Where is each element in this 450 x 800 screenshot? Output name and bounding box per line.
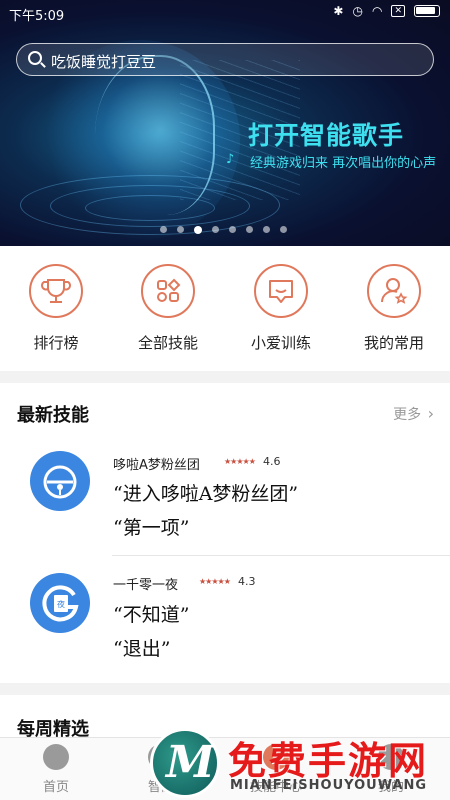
- carousel-dot[interactable]: [177, 226, 184, 233]
- skill-name: 哆啦A梦粉丝团: [113, 458, 200, 473]
- book-icon: 夜: [30, 573, 90, 633]
- skill-phrase: “进入哆啦A梦粉丝团”: [113, 483, 299, 505]
- watermark-subtitle: MIANFEISHOUYOUWANG: [230, 778, 428, 793]
- svg-text:夜: 夜: [57, 599, 65, 609]
- quick-item-training[interactable]: 小爱训练: [231, 264, 331, 353]
- carousel-dot[interactable]: [263, 226, 270, 233]
- divider: [112, 555, 450, 556]
- banner[interactable]: 下午5:09 ✱ ◷ ◠ ✕ 吃饭睡觉打豆豆 打开智能歌手 ♪ 经典游戏归来 再…: [0, 0, 450, 246]
- star-rating-icon: ★★★★★: [199, 577, 231, 586]
- wifi-icon: ◠: [371, 4, 383, 18]
- quick-item-ranking[interactable]: 排行榜: [6, 264, 106, 353]
- quick-label: 我的常用: [363, 334, 424, 352]
- status-icons: ✱ ◷ ◠ ✕: [333, 4, 440, 18]
- carousel-dot[interactable]: [246, 226, 253, 233]
- watermark-logo: [150, 728, 220, 798]
- bell-icon: [30, 451, 90, 511]
- quick-label: 全部技能: [137, 334, 198, 352]
- chat-icon: [254, 264, 308, 318]
- watermark: 免费手游网 MIANFEISHOUYOUWANG: [150, 728, 450, 800]
- carousel-dot[interactable]: [212, 226, 219, 233]
- search-bar[interactable]: 吃饭睡觉打豆豆: [16, 43, 434, 76]
- carousel-dot[interactable]: [280, 226, 287, 233]
- latest-skills-section: 最新技能 更多 › 哆啦A梦粉丝团 ★★★★★ 4.6 “进入哆啦A梦粉丝团” …: [0, 383, 450, 683]
- watermark-title: 免费手游网: [228, 739, 429, 783]
- music-note-icon: ♪: [226, 152, 235, 167]
- nav-home[interactable]: 首页: [11, 744, 101, 795]
- carousel-dot-active[interactable]: [194, 225, 202, 234]
- carousel-dot[interactable]: [160, 226, 167, 233]
- skill-rating: 4.3: [238, 575, 256, 588]
- more-label: 更多: [393, 407, 422, 423]
- user-star-icon: [367, 264, 421, 318]
- compass-icon: [43, 744, 69, 770]
- alarm-icon: ◷: [352, 4, 363, 18]
- status-time: 下午5:09: [9, 9, 65, 24]
- quick-label: 排行榜: [33, 334, 79, 352]
- search-placeholder: 吃饭睡觉打豆豆: [51, 53, 157, 71]
- skill-phrase: “不知道”: [113, 604, 190, 626]
- carousel-dots[interactable]: [160, 225, 287, 234]
- skill-phrase: “退出”: [113, 638, 171, 660]
- skill-phrase: “第一项”: [113, 517, 190, 539]
- banner-title: 打开智能歌手: [248, 121, 405, 150]
- sim-icon: ✕: [391, 5, 405, 17]
- quick-item-frequent[interactable]: 我的常用: [344, 264, 444, 353]
- star-rating-icon: ★★★★★: [224, 457, 256, 466]
- more-link[interactable]: 更多 ›: [393, 404, 434, 424]
- quick-item-all-skills[interactable]: 全部技能: [118, 264, 218, 353]
- banner-subtitle: 经典游戏归来 再次唱出你的心声: [250, 156, 437, 171]
- quick-menu: 排行榜 全部技能 小爱训练 我的常用: [0, 246, 450, 371]
- chevron-right-icon: ›: [427, 404, 434, 423]
- battery-icon: [414, 5, 440, 17]
- skill-item[interactable]: 哆啦A梦粉丝团 ★★★★★ 4.6 “进入哆啦A梦粉丝团” “第一项”: [0, 443, 450, 563]
- carousel-dot[interactable]: [229, 226, 236, 233]
- skill-rating: 4.6: [263, 455, 281, 468]
- status-bar: 下午5:09 ✱ ◷ ◠ ✕: [0, 0, 450, 26]
- quick-label: 小爱训练: [250, 334, 311, 352]
- trophy-icon: [29, 264, 83, 318]
- search-icon: [28, 51, 42, 65]
- skill-item[interactable]: 夜 一千零一夜 ★★★★★ 4.3 “不知道” “退出”: [0, 563, 450, 683]
- nav-label: 首页: [42, 780, 69, 795]
- skill-name: 一千零一夜: [113, 578, 179, 593]
- section-title: 最新技能: [17, 405, 89, 426]
- bluetooth-icon: ✱: [333, 4, 344, 18]
- grid-icon: [141, 264, 195, 318]
